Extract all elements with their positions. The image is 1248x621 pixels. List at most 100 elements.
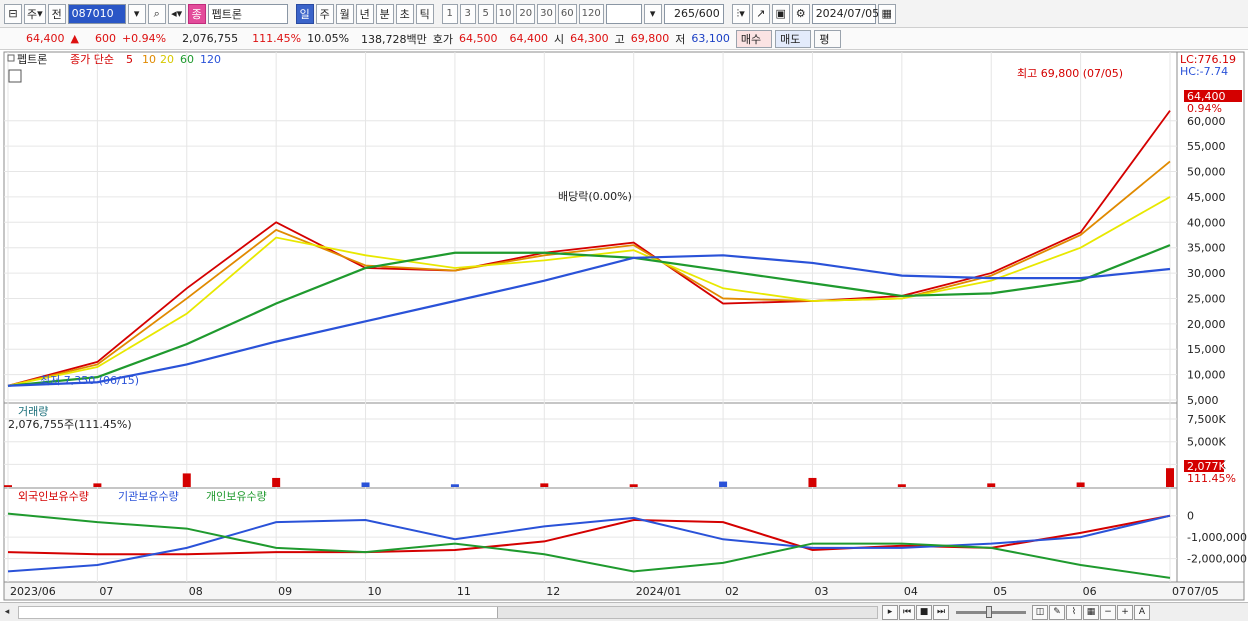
extra-button[interactable]: 평 xyxy=(814,29,841,48)
volume-bar xyxy=(1076,482,1085,487)
period-tick-button[interactable]: 틱 xyxy=(415,3,434,24)
window-icon[interactable]: ⊟ xyxy=(4,3,22,24)
period-minute-label: 분 xyxy=(379,7,390,21)
zoom-minus-icon[interactable]: − xyxy=(1100,604,1116,620)
scroll-thumb[interactable] xyxy=(497,606,877,618)
trade-amount: 138,728백만 xyxy=(361,32,427,46)
count-input[interactable]: 265/600 xyxy=(663,3,724,24)
buy-button[interactable]: 매수 xyxy=(735,29,773,48)
interval-120-button[interactable]: 120 xyxy=(578,3,604,24)
period-tick-label: 틱 xyxy=(419,7,430,21)
chart-canvas[interactable]: 60,00055,00050,00045,00040,00035,00030,0… xyxy=(0,50,1248,602)
volume-bar xyxy=(93,483,102,487)
period-year-button[interactable]: 년 xyxy=(355,3,374,24)
period-year-label: 년 xyxy=(359,7,370,21)
save-icon[interactable]: ▣ xyxy=(771,3,790,24)
interval-3-button[interactable]: 3 xyxy=(459,3,476,24)
period-minute-button[interactable]: 분 xyxy=(375,3,394,24)
prev-button[interactable]: 전 xyxy=(47,3,66,24)
date-input[interactable]: 2024/07/05 xyxy=(811,3,880,24)
candle-icon[interactable]: ⫶▾ xyxy=(731,3,750,24)
zoom-slider[interactable] xyxy=(956,605,1026,618)
dividend-annotation: 배당락(0.00%) xyxy=(558,190,632,203)
x-tick-label: 2023/06 xyxy=(10,585,56,598)
draw-icon[interactable]: ✎ xyxy=(1049,604,1065,620)
zoom-plus-icon[interactable]: + xyxy=(1117,604,1133,620)
price-change: 600 xyxy=(94,32,116,45)
x-tick-label: 11 xyxy=(457,585,471,598)
volume-bar xyxy=(629,484,638,487)
period-month-button[interactable]: 월 xyxy=(335,3,354,24)
forward-icon[interactable]: ⏭ xyxy=(933,604,949,620)
volume-bar xyxy=(987,483,996,487)
search-icon[interactable]: ⌕ xyxy=(147,3,166,24)
price-panel-title: 펩트론 xyxy=(17,53,47,66)
stock-chart[interactable]: 60,000 55,000 50,000 45,000 40,000 35,000 30,0… xyxy=(0,50,1248,602)
ma-legend-5: 5 xyxy=(126,53,133,66)
sell-button[interactable]: 매도 xyxy=(775,29,812,48)
x-tick-label: 09 xyxy=(278,585,292,598)
price-y-tick: 50,000 xyxy=(1187,166,1226,179)
x-tick-label: 07 xyxy=(1172,585,1186,598)
volume-bar xyxy=(1166,468,1174,487)
volume-value-label: 2,076,755주(111.45%) xyxy=(8,418,132,431)
stock-code-value: 087010 xyxy=(71,7,114,20)
volume-panel-frame xyxy=(3,402,1178,489)
bid-price-2: 64,400 xyxy=(509,32,549,45)
price-y-tick: 10,000 xyxy=(1187,369,1226,382)
holding-y-tick: 0 xyxy=(1187,510,1194,523)
buy-label: 매수 xyxy=(740,32,762,46)
interval-20-button[interactable]: 20 xyxy=(516,3,536,24)
code-dropdown-button[interactable]: ▾ xyxy=(127,3,146,24)
speaker-icon[interactable]: ◂▾ xyxy=(167,3,186,24)
calendar-icon[interactable] xyxy=(8,69,22,83)
holding-panel-frame xyxy=(3,487,1178,583)
x-tick-label: 10 xyxy=(368,585,382,598)
stock-code-input[interactable]: 087010 xyxy=(67,3,126,24)
interval-1-button[interactable]: 1 xyxy=(441,3,458,24)
interval-10-button[interactable]: 10 xyxy=(495,3,515,24)
interval-30-button[interactable]: 30 xyxy=(537,3,556,24)
period-week-button[interactable]: 주 xyxy=(315,3,334,24)
interval-30-label: 30 xyxy=(540,8,553,19)
date-value: 2024/07/05 xyxy=(815,7,880,20)
interval-60-button[interactable]: 60 xyxy=(557,3,577,24)
stop-icon[interactable]: ■ xyxy=(916,604,932,620)
date-grid-icon[interactable]: ▦ xyxy=(877,3,896,24)
period-week-label: 주 xyxy=(319,7,330,21)
interval-60-label: 60 xyxy=(560,8,574,19)
tool-icon[interactable]: ↗ xyxy=(751,3,770,24)
text-size-icon[interactable]: A xyxy=(1134,604,1150,620)
individual-holding-label: 개인보유수량 xyxy=(206,490,267,503)
x-tick-label: 05 xyxy=(993,585,1007,598)
gear-icon[interactable]: ⚙ xyxy=(791,3,810,24)
interval-5-label: 5 xyxy=(482,8,489,19)
interval-1-label: 1 xyxy=(446,8,453,19)
interval-dropdown-button[interactable]: ▾ xyxy=(643,3,662,24)
ma-legend-60: 60 xyxy=(180,53,194,66)
count-total: /600 xyxy=(694,7,720,20)
interval-custom-input[interactable] xyxy=(605,3,642,24)
period-day-button[interactable]: 일 xyxy=(295,3,314,24)
zoom-knob[interactable] xyxy=(986,605,992,618)
x-tick-label: 02 xyxy=(725,585,739,598)
bid-price-1: 64,500 xyxy=(459,32,498,45)
grid-icon[interactable]: ▦ xyxy=(1083,604,1099,620)
period-select[interactable]: 주 ▾ xyxy=(24,3,46,24)
compare-icon[interactable]: ◫ xyxy=(1032,604,1048,620)
scroll-track[interactable] xyxy=(18,605,878,619)
period-second-label: 초 xyxy=(399,7,410,21)
stock-name-field[interactable]: 펩트론 xyxy=(207,3,288,24)
name-badge[interactable]: 종 xyxy=(187,3,206,24)
chart-scrollbar[interactable]: ◂ ▸ ⏮ ■ ⏭ ◫ ✎ ⌇ ▦ − + A xyxy=(0,602,1248,621)
price-y-tick: 5,000 xyxy=(1187,394,1219,407)
rewind-icon[interactable]: ⏮ xyxy=(899,604,915,620)
scroll-right-icon[interactable]: ▸ xyxy=(882,604,898,620)
interval-5-button[interactable]: 5 xyxy=(477,3,494,24)
period-day-label: 일 xyxy=(299,7,310,21)
open-price: 64,300 xyxy=(570,32,609,45)
pattern-icon[interactable]: ⌇ xyxy=(1066,604,1082,620)
scroll-left-icon[interactable]: ◂ xyxy=(0,605,14,620)
price-y-tick: 20,000 xyxy=(1187,318,1226,331)
period-second-button[interactable]: 초 xyxy=(395,3,414,24)
